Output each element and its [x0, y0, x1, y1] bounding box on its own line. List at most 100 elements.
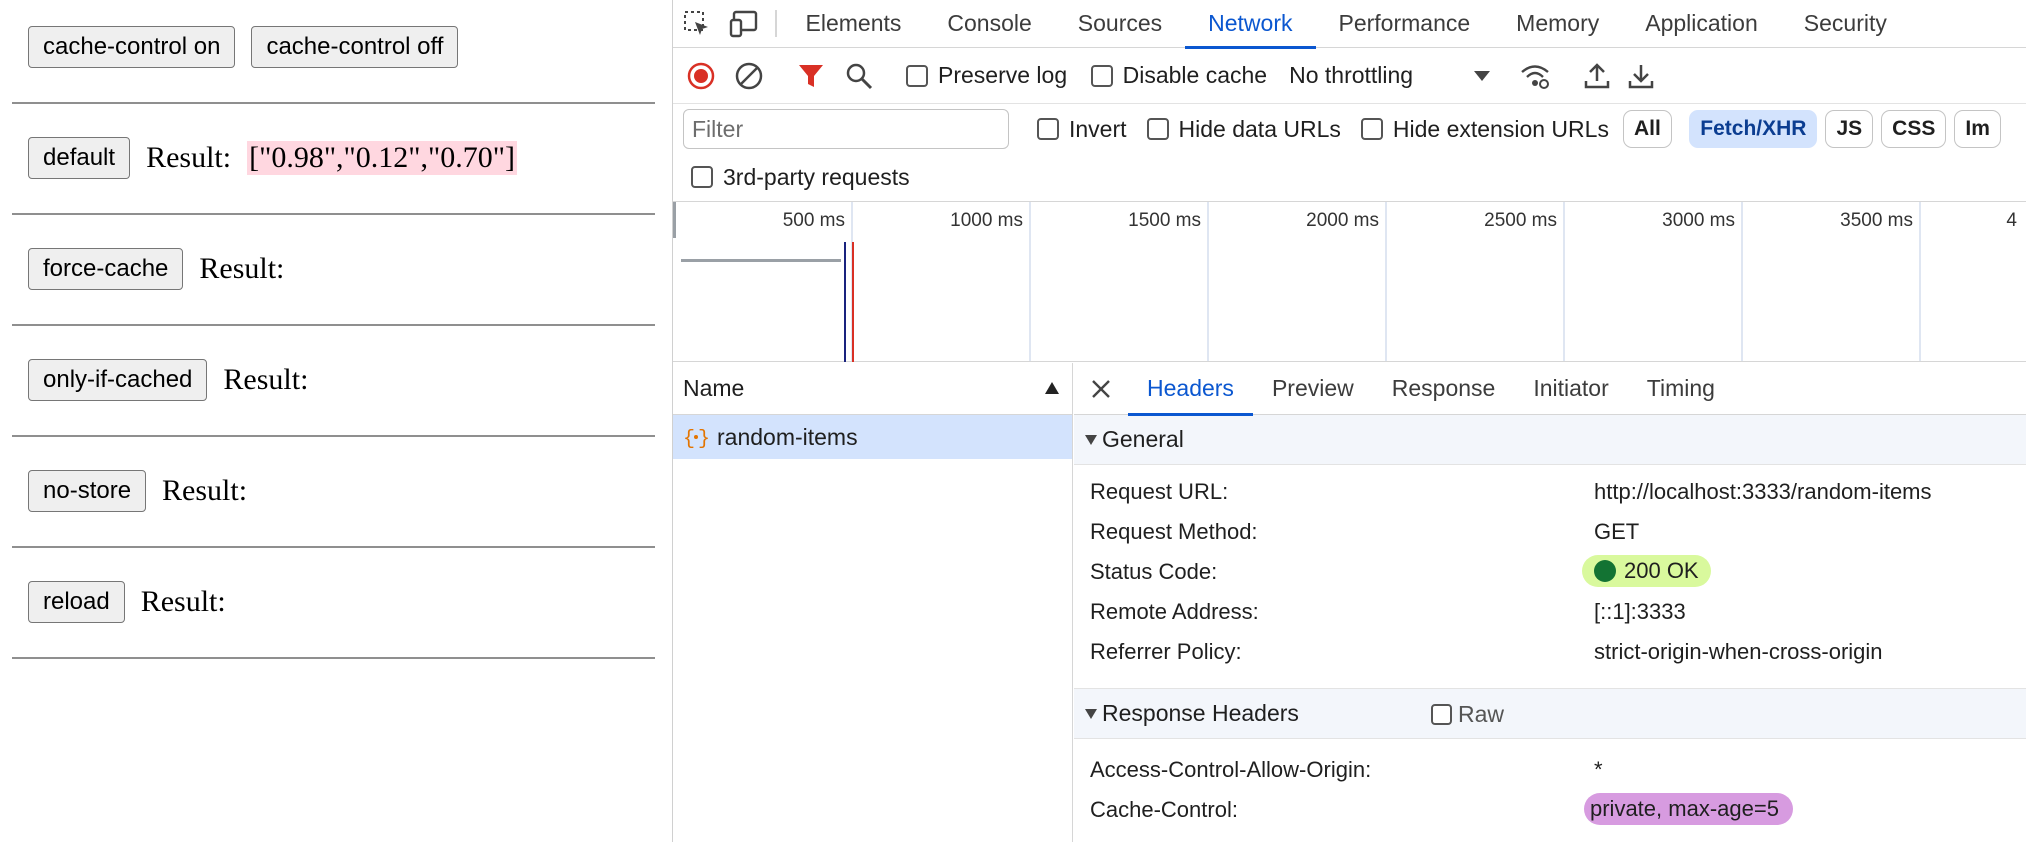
cache-control-highlight: private, max-age=5 — [1584, 793, 1793, 825]
search-icon[interactable] — [835, 52, 883, 100]
no-store-button[interactable]: no-store — [28, 470, 147, 512]
throttling-select[interactable]: No throttling — [1289, 62, 1491, 89]
timeline-gridline — [1741, 202, 1743, 361]
status-code-value: 200 OK — [1624, 558, 1699, 583]
tab-console[interactable]: Console — [924, 0, 1054, 47]
tab-preview[interactable]: Preview — [1253, 363, 1373, 414]
response-headers-section-header[interactable]: Response Headers Raw — [1074, 689, 2026, 739]
header-value: http://localhost:3333/random-items — [1594, 479, 1932, 504]
raw-label: Raw — [1458, 701, 1505, 727]
result-label: Result: — [162, 474, 248, 507]
triangle-down-icon — [1085, 708, 1097, 719]
tab-application[interactable]: Application — [1622, 0, 1781, 47]
preserve-log-checkbox[interactable]: Preserve log — [906, 62, 1067, 89]
clear-icon[interactable] — [725, 52, 773, 100]
tab-network[interactable]: Network — [1185, 0, 1316, 49]
tab-headers[interactable]: Headers — [1128, 363, 1253, 416]
timeline-tick-label: 500 ms — [782, 210, 845, 231]
checkbox-box[interactable] — [1146, 118, 1169, 140]
filter-pill-js[interactable]: JS — [1825, 110, 1874, 148]
divider — [12, 435, 655, 437]
header-key: Status Code: — [1090, 559, 1218, 584]
throttling-value: No throttling — [1289, 62, 1414, 88]
sort-ascending-icon — [1045, 382, 1059, 394]
timeline-tick-label: 1500 ms — [1128, 210, 1201, 231]
header-row: Cache-Control: private, max-age=5 — [1074, 789, 2026, 829]
raw-checkbox[interactable]: Raw — [1431, 701, 1504, 728]
filter-input[interactable]: Filter — [683, 109, 1009, 149]
header-value: GET — [1594, 519, 1640, 544]
checkbox-box[interactable] — [906, 64, 928, 87]
network-timeline-overview[interactable]: 500 ms 1000 ms 1500 ms 2000 ms 2500 ms 3… — [673, 201, 2026, 362]
force-cache-button[interactable]: force-cache — [28, 248, 184, 290]
tab-sources[interactable]: Sources — [1055, 0, 1185, 47]
result-label: Result: — [199, 252, 285, 285]
general-title: General — [1102, 426, 1184, 452]
reload-button[interactable]: reload — [28, 581, 125, 623]
timeline-start-marker — [673, 202, 676, 238]
filter-pill-css[interactable]: CSS — [1881, 110, 1947, 148]
invert-checkbox[interactable]: Invert — [1037, 116, 1127, 143]
divider — [12, 657, 655, 659]
header-value: strict-origin-when-cross-origin — [1594, 639, 1883, 664]
filter-pill-img[interactable]: Im — [1954, 110, 2001, 148]
checkbox-box[interactable] — [1360, 118, 1383, 140]
disable-cache-label: Disable cache — [1122, 62, 1268, 88]
filter-pill-fetch-xhr[interactable]: Fetch/XHR — [1689, 110, 1818, 148]
tab-performance[interactable]: Performance — [1316, 0, 1494, 47]
tab-elements[interactable]: Elements — [783, 0, 925, 47]
timeline-gridline — [1563, 202, 1565, 361]
tab-timing[interactable]: Timing — [1628, 363, 1734, 414]
tab-initiator[interactable]: Initiator — [1514, 363, 1627, 414]
invert-label: Invert — [1069, 115, 1127, 142]
checkbox-box[interactable] — [1037, 118, 1059, 140]
tab-security[interactable]: Security — [1781, 0, 1910, 47]
checkbox-box[interactable] — [691, 166, 713, 188]
divider — [12, 102, 655, 104]
result-value: ["0.98","0.12","0.70"] — [247, 141, 518, 175]
only-if-cached-button[interactable]: only-if-cached — [28, 359, 208, 401]
header-key: Request URL: — [1090, 479, 1229, 504]
third-party-row: 3rd-party requests — [673, 154, 910, 200]
divider — [12, 324, 655, 326]
header-key: Referrer Policy: — [1090, 639, 1242, 664]
status-badge: 200 OK — [1582, 555, 1711, 587]
request-name: random-items — [717, 423, 858, 450]
inspect-element-icon[interactable] — [673, 0, 721, 47]
checkbox-box[interactable] — [1090, 64, 1113, 87]
request-row[interactable]: {} random-items — [673, 415, 1072, 459]
preserve-log-label: Preserve log — [938, 62, 1068, 88]
record-icon[interactable] — [677, 52, 725, 100]
timeline-tick-label: 2000 ms — [1306, 210, 1379, 231]
network-conditions-icon[interactable] — [1511, 52, 1559, 100]
device-toolbar-icon[interactable] — [721, 0, 769, 47]
filter-pill-all[interactable]: All — [1622, 110, 1672, 148]
cache-control-off-button[interactable]: cache-control off — [251, 26, 459, 68]
cache-control-on-button[interactable]: cache-control on — [28, 26, 236, 68]
hide-extension-urls-checkbox[interactable]: Hide extension URLs — [1360, 116, 1609, 143]
no-store-row: no-store Result: — [12, 470, 655, 512]
load-event-marker — [852, 242, 854, 362]
import-har-icon[interactable] — [1573, 52, 1621, 100]
timeline-tick-label: 2500 ms — [1484, 210, 1557, 231]
tab-response[interactable]: Response — [1373, 363, 1515, 414]
name-column-header[interactable]: Name — [673, 363, 1072, 415]
default-button[interactable]: default — [28, 137, 131, 179]
disable-cache-checkbox[interactable]: Disable cache — [1090, 62, 1268, 89]
close-icon[interactable] — [1074, 363, 1128, 414]
timeline-tick-label: 1000 ms — [950, 210, 1023, 231]
checkbox-box[interactable] — [1431, 704, 1452, 725]
svg-text:{: { — [683, 428, 695, 449]
export-har-icon[interactable] — [1621, 52, 1661, 100]
force-cache-row: force-cache Result: — [12, 248, 655, 290]
hide-data-urls-checkbox[interactable]: Hide data URLs — [1146, 116, 1341, 143]
third-party-requests-checkbox[interactable]: 3rd-party requests — [691, 164, 910, 191]
chevron-down-icon — [1474, 70, 1491, 81]
filter-funnel-icon[interactable] — [787, 52, 835, 100]
header-value: * — [1594, 757, 1603, 782]
general-section-header[interactable]: General — [1074, 415, 2026, 465]
header-row: Request Method: GET — [1074, 511, 2026, 551]
header-row: Referrer Policy: strict-origin-when-cros… — [1074, 631, 2026, 671]
response-headers-section: Access-Control-Allow-Origin: * Cache-Con… — [1074, 739, 2026, 829]
tab-memory[interactable]: Memory — [1493, 0, 1622, 47]
